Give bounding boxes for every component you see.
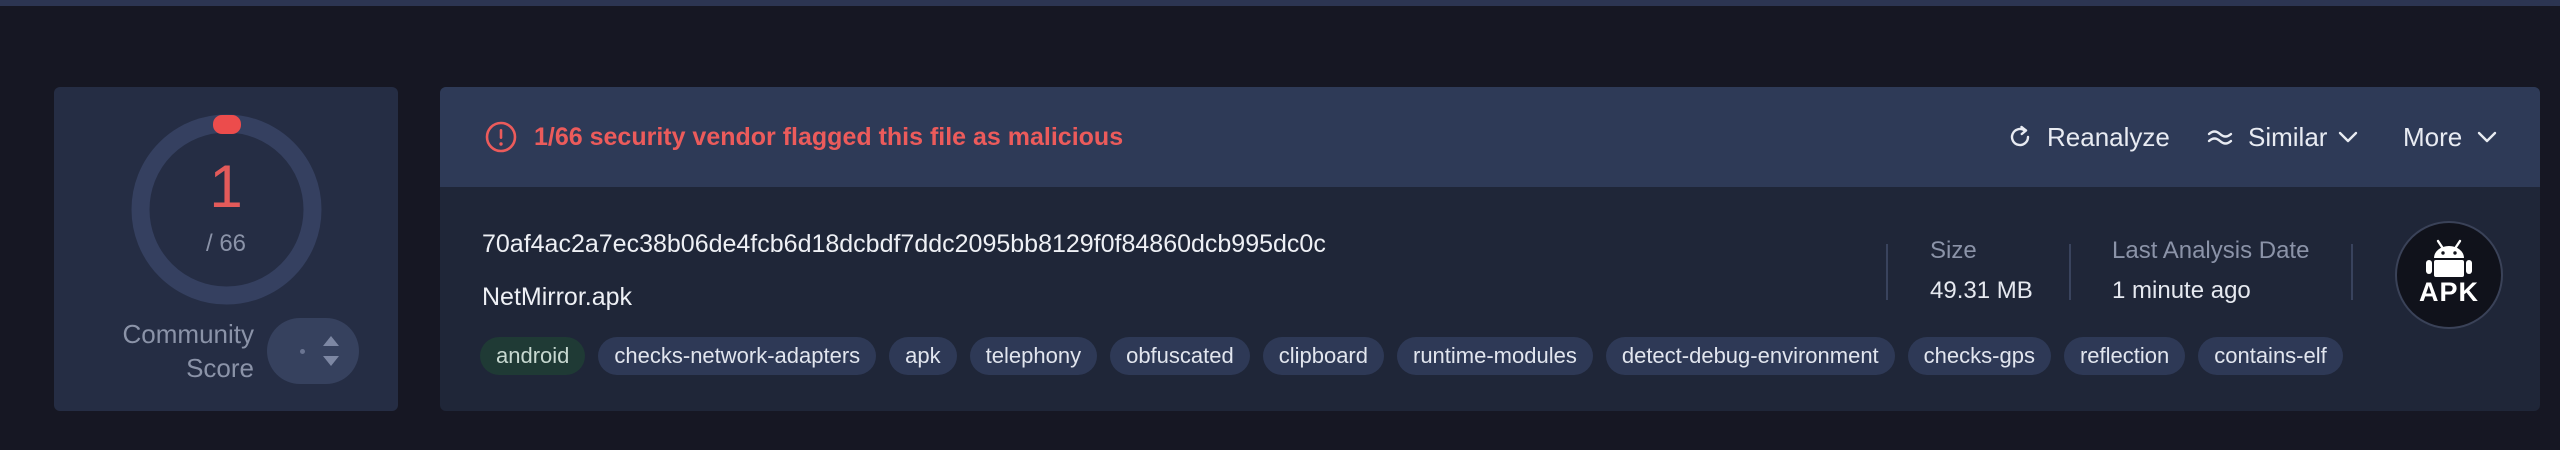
reanalyze-label: Reanalyze (2047, 121, 2170, 152)
divider (1886, 244, 1888, 300)
tag-obfuscated[interactable]: obfuscated (1110, 337, 1250, 375)
file-name: NetMirror.apk (482, 283, 633, 311)
community-score-card: 1 / 66 Community Score (54, 87, 398, 411)
vote-down-icon[interactable] (323, 356, 339, 366)
android-icon (2426, 239, 2472, 277)
tag-checks-network-adapters[interactable]: checks-network-adapters (598, 337, 877, 375)
top-bar (0, 0, 2560, 6)
more-dropdown[interactable]: More (2403, 118, 2498, 156)
more-label: More (2403, 121, 2463, 152)
tag-contains-elf[interactable]: contains-elf (2198, 337, 2343, 375)
size-label: Size (1930, 237, 1977, 264)
last-analysis-date-label: Last Analysis Date (2112, 237, 2310, 264)
community-vote-control[interactable] (267, 318, 359, 384)
detection-alert-text: 1/66 security vendor flagged this file a… (534, 123, 1124, 151)
divider (2351, 244, 2353, 300)
detection-total: / 66 (205, 230, 247, 257)
community-score-label: Community Score (122, 319, 254, 383)
vote-indicator-dot (300, 349, 305, 354)
file-type-badge: APK (2395, 221, 2503, 329)
tag-runtime-modules[interactable]: runtime-modules (1397, 337, 1593, 375)
tag-detect-debug-environment[interactable]: detect-debug-environment (1605, 337, 1895, 375)
reanalyze-button[interactable]: Reanalyze (2007, 118, 2170, 156)
tag-android[interactable]: android (480, 337, 586, 375)
tag-reflection[interactable]: reflection (2063, 337, 2186, 375)
tag-telephony[interactable]: telephony (969, 337, 1098, 375)
chevron-down-icon (2339, 131, 2358, 143)
refresh-icon (2010, 125, 2030, 147)
tag-list: android checks-network-adapters apk tele… (480, 337, 2343, 375)
score-gauge-marker (213, 115, 241, 134)
file-hash[interactable]: 70af4ac2a7ec38b06de4fcb6d18dcbdf7ddc2095… (482, 230, 1326, 259)
divider (2069, 244, 2071, 300)
size-value: 49.31 MB (1930, 277, 2033, 304)
exclamation-circle-icon (485, 121, 517, 153)
chevron-down-icon (2478, 131, 2497, 143)
file-type-label: APK (2418, 277, 2479, 307)
detection-alert-bar: 1/66 security vendor flagged this file a… (440, 87, 2540, 187)
last-analysis-date-value: 1 minute ago (2112, 277, 2251, 304)
detection-count: 1 (209, 153, 243, 220)
tag-apk[interactable]: apk (889, 337, 957, 375)
similar-waves-icon (2207, 130, 2233, 145)
vote-up-icon[interactable] (323, 336, 339, 346)
file-summary-card: 1/66 security vendor flagged this file a… (440, 87, 2540, 411)
similar-label: Similar (2248, 121, 2328, 152)
tag-checks-gps[interactable]: checks-gps (1907, 337, 2051, 375)
tag-clipboard[interactable]: clipboard (1262, 337, 1384, 375)
similar-dropdown[interactable]: Similar (2206, 118, 2359, 156)
